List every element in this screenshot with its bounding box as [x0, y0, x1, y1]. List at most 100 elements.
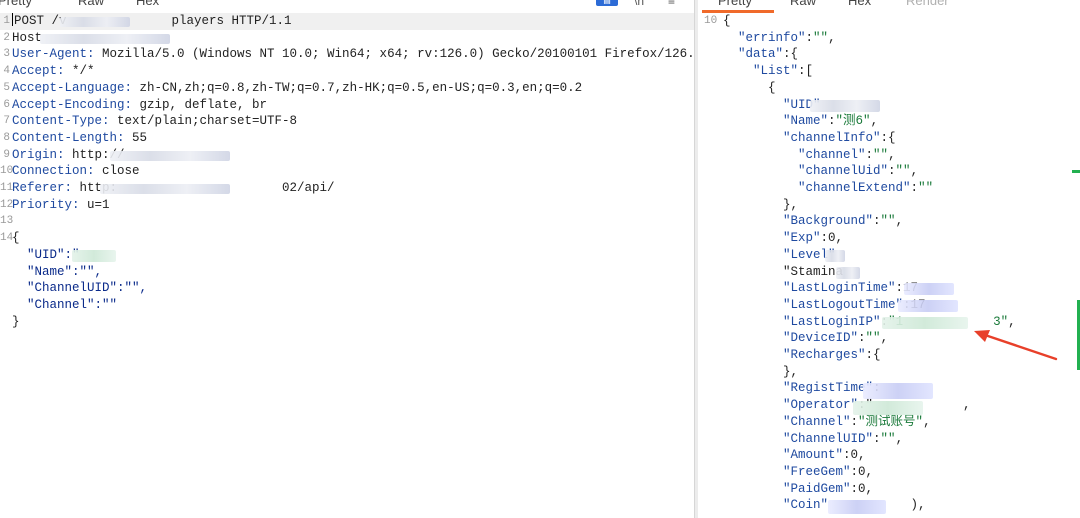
- response-line[interactable]: "List":[: [698, 63, 1080, 80]
- response-line[interactable]: "LastLoginTime":17: [698, 280, 1080, 297]
- request-line[interactable]: 6 Accept-Encoding: gzip, deflate, br: [0, 97, 694, 114]
- request-line-text: User-Agent: Mozilla/5.0 (Windows NT 10.0…: [12, 47, 694, 62]
- request-line-text: Accept-Language: zh-CN,zh;q=0.8,zh-TW;q=…: [12, 80, 583, 95]
- request-line[interactable]: 8 Content-Length: 55: [0, 130, 694, 147]
- response-line-text: },: [723, 364, 799, 379]
- request-line[interactable]: 9 Origin: http://: [0, 147, 694, 164]
- line-number: 1: [3, 15, 10, 27]
- request-line[interactable]: 12 Priority: u=1: [0, 197, 694, 214]
- request-line-text: Priority: u=1: [12, 197, 110, 212]
- response-tab-hex[interactable]: Hex: [848, 0, 871, 8]
- line-number: 13: [0, 215, 14, 228]
- response-line[interactable]: "LastLogoutTime":17: [698, 297, 1080, 314]
- redaction-blur: [836, 267, 860, 279]
- redaction-blur: [810, 100, 880, 112]
- response-line[interactable]: 10 {: [698, 13, 1080, 30]
- response-line[interactable]: "Channel":"测试账号",: [698, 414, 1080, 431]
- request-line-text: Origin: http://: [12, 147, 125, 162]
- response-line-text: "List":[: [753, 64, 814, 79]
- response-line-text: "channelExtend":"": [798, 181, 934, 195]
- request-line[interactable]: 10 Connection: close: [0, 163, 694, 180]
- request-tab-hex[interactable]: Hex: [136, 0, 159, 8]
- response-line[interactable]: "channel":"",: [698, 147, 1080, 164]
- request-tab-raw[interactable]: Raw: [78, 0, 104, 8]
- response-line[interactable]: "Coin" ),: [698, 497, 1080, 514]
- line-number: 8: [3, 131, 10, 144]
- response-line[interactable]: "FreeGem":0,: [698, 464, 1080, 481]
- response-line[interactable]: },: [698, 197, 1080, 214]
- response-tab-render[interactable]: Render: [906, 0, 949, 8]
- request-line[interactable]: 3 User-Agent: Mozilla/5.0 (Windows NT 10.…: [0, 46, 694, 63]
- request-line[interactable]: 7 Content-Type: text/plain;charset=UTF-8: [0, 113, 694, 130]
- request-line-text: }: [12, 314, 20, 329]
- line-numbers-toggle-icon[interactable]: ▤: [596, 0, 618, 6]
- response-line[interactable]: "Background":"",: [698, 213, 1080, 230]
- request-line-text: "UID":": [12, 247, 80, 262]
- response-line-text: "Amount":0,: [783, 448, 866, 463]
- redaction-blur: [853, 401, 923, 415]
- response-line-text: "channelUid":"",: [798, 164, 919, 179]
- line-number: 10: [0, 165, 14, 178]
- request-line[interactable]: 13: [0, 213, 694, 230]
- request-line[interactable]: "Name":"",: [0, 264, 694, 281]
- response-line-text: "Channel":"测试账号",: [783, 414, 931, 429]
- response-line-text: "errinfo":"",: [738, 30, 836, 45]
- response-line[interactable]: "Name":"测6",: [698, 113, 1080, 130]
- request-line[interactable]: 14{: [0, 230, 694, 247]
- request-line-text: "Channel":"": [12, 297, 118, 312]
- newline-toggle-icon[interactable]: \n: [634, 0, 644, 8]
- request-line[interactable]: "Channel":"": [0, 297, 694, 314]
- response-line-text: "DeviceID":"",: [783, 331, 889, 346]
- redaction-blur: [882, 317, 968, 329]
- response-line[interactable]: "channelInfo":{: [698, 130, 1080, 147]
- request-tabbar: Pretty Raw Hex ▤ \n ≡: [0, 0, 694, 12]
- response-line[interactable]: "channelExtend":"": [698, 180, 1080, 197]
- response-line-text: "PaidGem":0,: [783, 481, 874, 496]
- response-line-text: {: [723, 14, 731, 28]
- response-tab-pretty[interactable]: Pretty: [718, 0, 752, 8]
- line-number: 2: [3, 31, 10, 44]
- request-line[interactable]: }: [0, 314, 694, 331]
- request-line[interactable]: "ChannelUID":"",: [0, 280, 694, 297]
- response-line[interactable]: "ChannelUID":"",: [698, 431, 1080, 448]
- response-line[interactable]: "errinfo":"",: [698, 30, 1080, 47]
- response-line-text: "Exp":0,: [783, 231, 844, 246]
- request-line-text: Content-Type: text/plain;charset=UTF-8: [12, 114, 298, 129]
- redaction-blur: [100, 184, 230, 194]
- scroll-marker: [1072, 170, 1080, 173]
- line-number: 11: [0, 182, 14, 194]
- request-line[interactable]: 4 Accept: */*: [0, 63, 694, 80]
- response-editor[interactable]: 10 { "errinfo":"", "data":{ "List":[ { "U…: [698, 13, 1080, 518]
- response-line-text: "Level": [783, 247, 836, 262]
- response-line[interactable]: "PaidGem":0,: [698, 481, 1080, 498]
- request-editor[interactable]: 1 POST /v players HTTP/1.1 2 Host 3 User-Agen…: [0, 13, 694, 518]
- response-line-text: },: [723, 197, 799, 212]
- response-line[interactable]: "UID": [698, 97, 1080, 114]
- line-number: 10: [704, 15, 718, 27]
- response-line-text: "data":{: [738, 47, 799, 62]
- response-line-text: "Coin" ),: [783, 498, 926, 513]
- response-line[interactable]: "Level": [698, 247, 1080, 264]
- menu-icon[interactable]: ≡: [668, 0, 675, 8]
- request-line[interactable]: 5 Accept-Language: zh-CN,zh;q=0.8,zh-TW;q…: [0, 80, 694, 97]
- response-line[interactable]: "Stamina: [698, 264, 1080, 281]
- redaction-blur: [863, 383, 933, 399]
- request-line-text: Host: [12, 30, 43, 45]
- response-line[interactable]: {: [698, 80, 1080, 97]
- response-line[interactable]: "Exp":0,: [698, 230, 1080, 247]
- request-line-text: Content-Length: 55: [12, 130, 148, 145]
- request-tab-pretty[interactable]: Pretty: [0, 0, 32, 8]
- response-line-text: "LastLogoutTime":17: [783, 297, 926, 312]
- response-tab-raw[interactable]: Raw: [790, 0, 816, 8]
- response-line[interactable]: "channelUid":"",: [698, 163, 1080, 180]
- annotation-arrow-icon: [974, 330, 1058, 361]
- redaction-blur: [110, 151, 230, 161]
- request-line-text: Accept-Encoding: gzip, deflate, br: [12, 97, 268, 112]
- response-line[interactable]: "Amount":0,: [698, 447, 1080, 464]
- request-line-text: Connection: close: [12, 164, 140, 179]
- response-line-text: "LastLoginTime":17: [783, 281, 918, 296]
- response-line[interactable]: },: [698, 364, 1080, 381]
- response-line-text: {: [723, 80, 776, 95]
- line-number: 9: [3, 148, 10, 161]
- response-line[interactable]: "data":{: [698, 46, 1080, 63]
